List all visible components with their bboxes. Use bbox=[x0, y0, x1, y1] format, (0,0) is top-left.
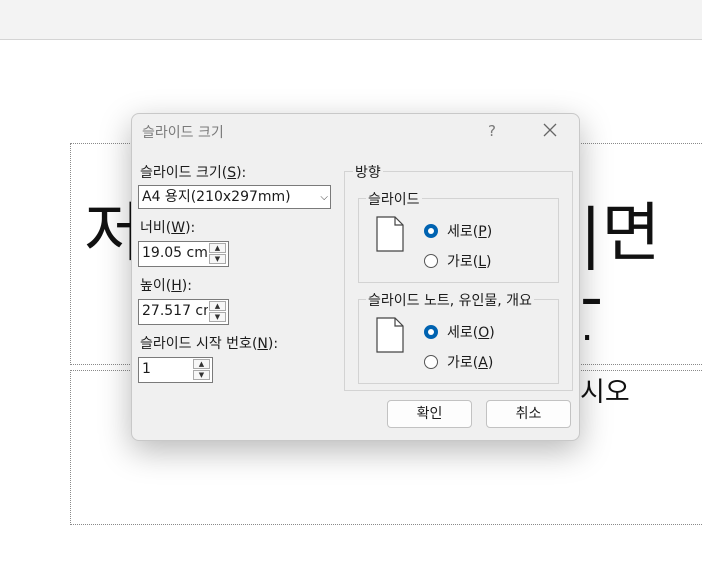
height-value: 27.517 cm bbox=[142, 303, 208, 319]
slides-landscape-label[interactable]: 가로(L) bbox=[447, 251, 492, 271]
portrait-page-icon bbox=[376, 317, 404, 357]
notes-portrait-label[interactable]: 세로(O) bbox=[447, 322, 495, 342]
start-number-spinbox[interactable]: 1 ▲ ▼ bbox=[138, 357, 213, 383]
height-spinbox[interactable]: 27.517 cm ▲ ▼ bbox=[138, 299, 229, 325]
height-label: 높이(H): bbox=[140, 278, 192, 294]
width-label: 너비(W): bbox=[140, 220, 196, 236]
height-decrement-button[interactable]: ▼ bbox=[209, 312, 226, 322]
notes-landscape-radio[interactable] bbox=[424, 355, 438, 369]
start-number-decrement-button[interactable]: ▼ bbox=[193, 370, 210, 380]
width-decrement-button[interactable]: ▼ bbox=[209, 254, 226, 264]
width-value: 19.05 cm bbox=[142, 245, 208, 261]
slide-size-label: 슬라이드 크기(S): bbox=[140, 165, 247, 181]
height-increment-button[interactable]: ▲ bbox=[209, 301, 226, 311]
slides-landscape-radio[interactable] bbox=[424, 254, 438, 268]
slides-portrait-label[interactable]: 세로(P) bbox=[447, 221, 492, 241]
start-number-increment-button[interactable]: ▲ bbox=[193, 359, 210, 369]
dialog-title: 슬라이드 크기 bbox=[142, 125, 224, 141]
slides-portrait-radio[interactable] bbox=[424, 224, 438, 238]
slide-size-dialog: 슬라이드 크기 ? 슬라이드 크기(S): A4 용지(210x297mm) ⌵… bbox=[131, 113, 580, 441]
ribbon-area bbox=[0, 0, 702, 40]
portrait-page-icon bbox=[376, 216, 404, 256]
close-icon[interactable] bbox=[540, 120, 560, 140]
width-spinbox[interactable]: 19.05 cm ▲ ▼ bbox=[138, 241, 229, 267]
slide-title-fragment-right: |면 - bbox=[580, 197, 661, 335]
slides-orientation-title: 슬라이드 bbox=[366, 189, 422, 209]
slide-size-select[interactable]: A4 용지(210x297mm) ⌵ bbox=[138, 185, 331, 209]
width-increment-button[interactable]: ▲ bbox=[209, 243, 226, 253]
cancel-button[interactable]: 취소 bbox=[486, 400, 571, 428]
notes-landscape-label[interactable]: 가로(A) bbox=[447, 352, 493, 372]
start-number-label: 슬라이드 시작 번호(N): bbox=[140, 336, 279, 352]
slide-size-value: A4 용지(210x297mm) bbox=[142, 189, 291, 205]
start-number-value: 1 bbox=[142, 361, 151, 377]
notes-orientation-title: 슬라이드 노트, 유인물, 개요 bbox=[366, 290, 534, 310]
help-icon[interactable]: ? bbox=[488, 122, 496, 140]
slide-subtitle-fragment: 시오 bbox=[580, 377, 630, 408]
orientation-title: 방향 bbox=[353, 162, 383, 182]
ok-button[interactable]: 확인 bbox=[387, 400, 472, 428]
notes-portrait-radio[interactable] bbox=[424, 325, 438, 339]
chevron-down-icon: ⌵ bbox=[320, 192, 328, 203]
